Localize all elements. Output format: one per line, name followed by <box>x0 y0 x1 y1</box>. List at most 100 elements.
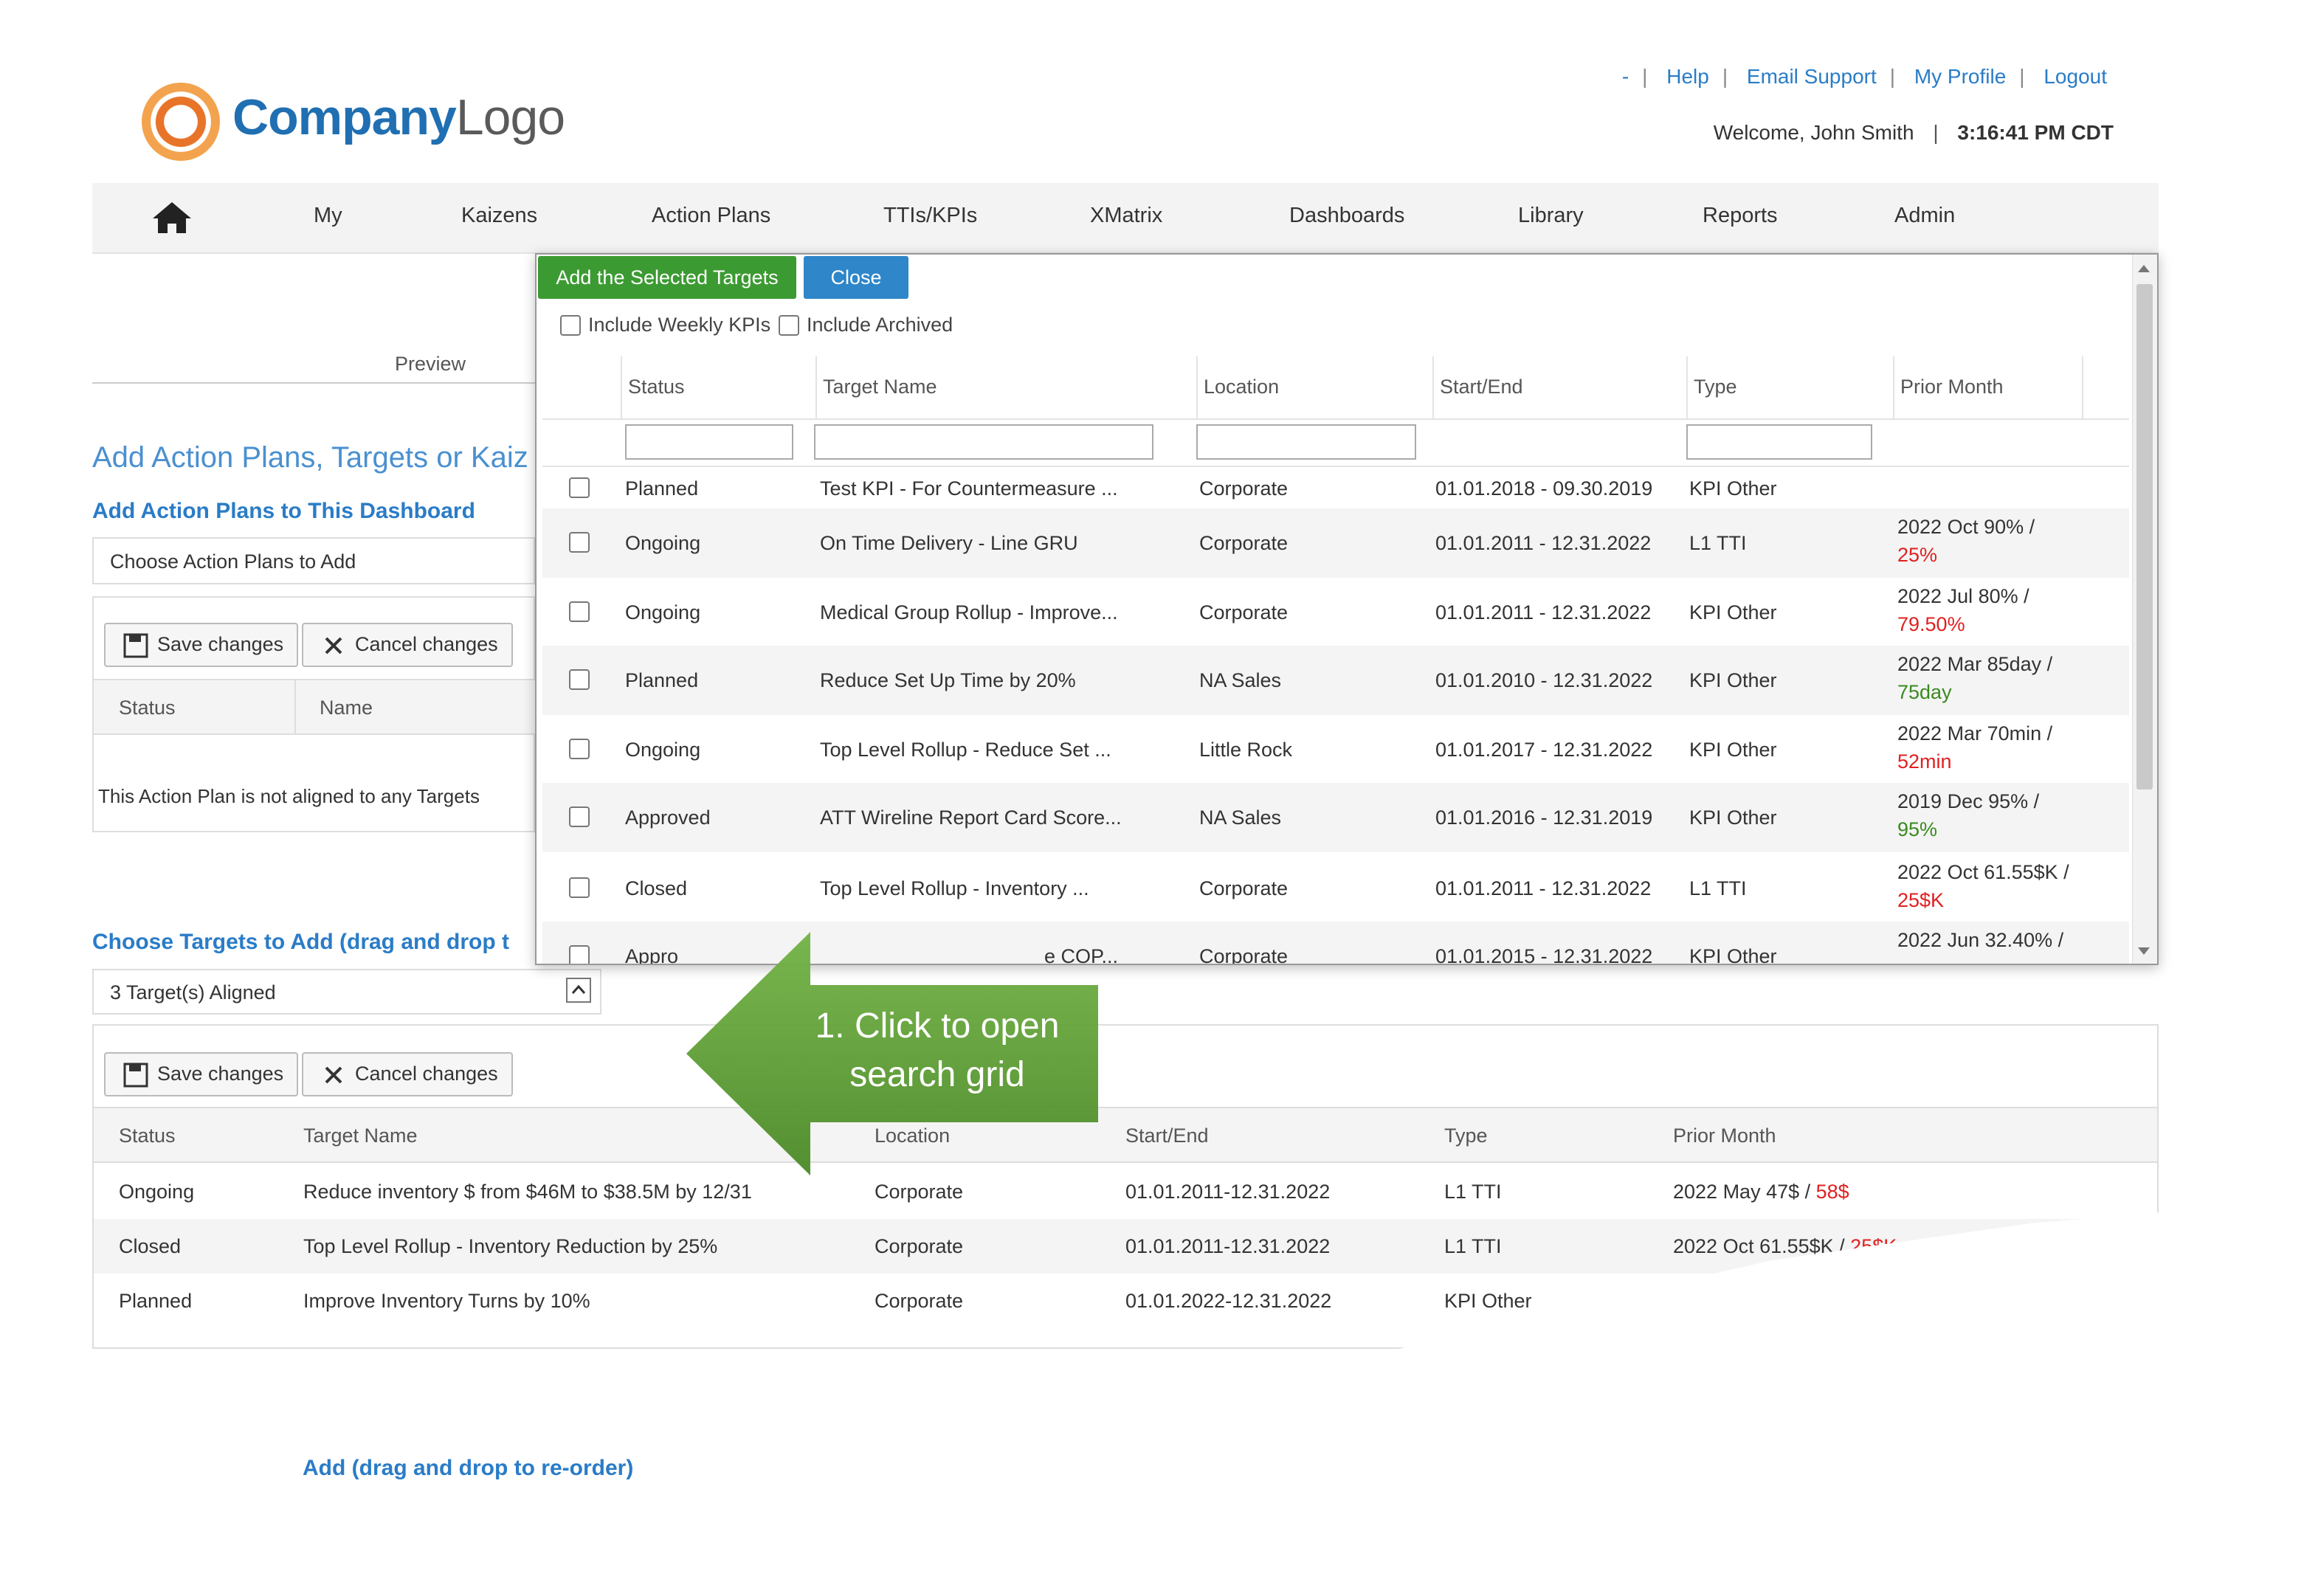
action-plans-select[interactable]: Choose Action Plans to Add <box>92 537 535 584</box>
targets-col-startend[interactable]: Start/End <box>1125 1125 1209 1147</box>
row-prior-value: 2022 Jul 80% / <box>1897 585 2029 607</box>
target-name-filter-input[interactable] <box>814 424 1153 460</box>
row-prior-actual: 52min <box>1897 750 1952 773</box>
row-checkbox[interactable] <box>569 739 590 759</box>
targets-save-button[interactable]: Save changes <box>104 1052 299 1096</box>
close-button[interactable]: Close <box>804 256 908 299</box>
row-prior: 2022 Oct 61.55$K / 25$K <box>1673 1235 1897 1258</box>
col-type[interactable]: Type <box>1694 376 1737 398</box>
list-item[interactable]: Ongoing On Time Delivery - Line GRU Corp… <box>542 508 2129 578</box>
row-status: Planned <box>625 477 699 500</box>
targets-col-status[interactable]: Status <box>119 1125 176 1147</box>
ap-cancel-button[interactable]: Cancel changes <box>302 623 513 667</box>
location-filter-input[interactable] <box>1196 424 1416 460</box>
row-prior: 2019 Dec 95% / 95% <box>1897 787 2039 843</box>
ap-save-label: Save changes <box>157 633 284 655</box>
row-checkbox[interactable] <box>569 806 590 827</box>
ap-empty-message: This Action Plan is not aligned to any T… <box>98 785 480 807</box>
nav-action-plans[interactable]: Action Plans <box>652 204 770 228</box>
ap-section-title: Add Action Plans to This Dashboard <box>92 499 475 523</box>
scroll-down-icon[interactable] <box>2138 947 2150 955</box>
col-status[interactable]: Status <box>628 376 685 398</box>
screenshot-card: CompanyLogo - | Help | Email Support | My P… <box>52 50 2202 1505</box>
help-link[interactable]: Help <box>1666 65 1709 88</box>
email-support-link[interactable]: Email Support <box>1747 65 1877 88</box>
row-checkbox[interactable] <box>569 877 590 898</box>
scroll-up-icon[interactable] <box>2138 265 2150 272</box>
ap-col-status[interactable]: Status <box>119 697 176 719</box>
remove-row-icon[interactable] <box>2140 1229 2170 1258</box>
logo-text-company: Company <box>232 89 457 145</box>
row-location: Corporate <box>1199 477 1289 500</box>
ap-cancel-label: Cancel changes <box>355 633 498 655</box>
row-checkbox[interactable] <box>569 601 590 622</box>
nav-dashboards[interactable]: Dashboards <box>1289 204 1404 228</box>
row-name: Test KPI - For Countermeasure ... <box>820 477 1118 500</box>
nav-ttis-kpis[interactable]: TTIs/KPIs <box>883 204 977 228</box>
type-filter-input[interactable] <box>1686 424 1872 460</box>
welcome-text: Welcome, John Smith <box>1713 121 1914 144</box>
col-location[interactable]: Location <box>1204 376 1279 398</box>
ap-col-name[interactable]: Name <box>320 697 373 719</box>
scrollbar-thumb[interactable] <box>2136 284 2153 790</box>
nav-kaizens[interactable]: Kaizens <box>461 204 537 228</box>
row-prior-actual: 79.50% <box>1897 613 1965 635</box>
row-status: Approved <box>625 806 711 829</box>
include-archived-label: Include Archived <box>807 314 953 336</box>
targets-select[interactable]: 3 Target(s) Aligned <box>92 969 601 1015</box>
my-profile-link[interactable]: My Profile <box>1914 65 2006 88</box>
row-status: Appro <box>625 945 679 965</box>
col-prior-month[interactable]: Prior Month <box>1900 376 2004 398</box>
col-target-name[interactable]: Target Name <box>823 376 937 398</box>
list-item[interactable]: Planned Reduce Set Up Time by 20% NA Sal… <box>542 646 2129 715</box>
row-checkbox[interactable] <box>569 945 590 964</box>
nav-xmatrix[interactable]: XMatrix <box>1090 204 1162 228</box>
nav-library[interactable]: Library <box>1518 204 1584 228</box>
targets-cancel-button[interactable]: Cancel changes <box>302 1052 513 1096</box>
targets-col-type[interactable]: Type <box>1444 1125 1488 1147</box>
row-prior-actual: 75day <box>1897 681 1952 703</box>
row-prior-actual: 58$ <box>1815 1181 1849 1203</box>
company-logo[interactable]: CompanyLogo <box>232 89 565 146</box>
targets-select-value: 3 Target(s) Aligned <box>110 981 276 1003</box>
list-item[interactable]: Ongoing Medical Group Rollup - Improve..… <box>542 578 2129 646</box>
row-type: KPI Other <box>1689 739 1777 761</box>
ap-save-button[interactable]: Save changes <box>104 623 299 667</box>
logout-link[interactable]: Logout <box>2043 65 2107 88</box>
list-item[interactable]: Planned Test KPI - For Countermeasure ..… <box>542 469 2129 508</box>
tab-preview[interactable]: Preview <box>395 353 466 376</box>
row-dates: 01.01.2015 - 12.31.2022 <box>1435 945 1653 965</box>
modal-scrollbar[interactable] <box>2132 255 2157 964</box>
col-start-end[interactable]: Start/End <box>1440 376 1523 398</box>
row-prior: 2022 Oct 90% / 25% <box>1897 513 2035 569</box>
add-selected-targets-button[interactable]: Add the Selected Targets <box>538 256 796 299</box>
include-archived-checkbox[interactable] <box>779 315 799 336</box>
chevron-up-icon[interactable] <box>566 978 591 1003</box>
targets-save-label: Save changes <box>157 1063 284 1085</box>
row-name: Reduce inventory $ from $46M to $38.5M b… <box>303 1181 752 1203</box>
row-prior-value: 2022 Oct 61.55$K / <box>1673 1235 1851 1257</box>
home-icon[interactable] <box>150 199 194 236</box>
row-prior-value: 2022 Mar 85day / <box>1897 653 2053 675</box>
nav-reports[interactable]: Reports <box>1703 204 1778 228</box>
table-row[interactable]: Closed Top Level Rollup - Inventory Redu… <box>94 1219 2157 1274</box>
table-row[interactable]: Ongoing Reduce inventory $ from $46M to … <box>94 1164 2157 1219</box>
nav-my[interactable]: My <box>314 204 342 228</box>
table-row[interactable]: Planned Improve Inventory Turns by 10% C… <box>94 1274 2157 1328</box>
list-item[interactable]: Closed Top Level Rollup - Inventory ... … <box>542 852 2129 922</box>
row-dates: 01.01.2016 - 12.31.2019 <box>1435 806 1653 829</box>
row-location: Corporate <box>875 1235 964 1257</box>
include-weekly-checkbox[interactable] <box>560 315 581 336</box>
list-item[interactable]: Ongoing Top Level Rollup - Reduce Set ..… <box>542 715 2129 783</box>
row-checkbox[interactable] <box>569 532 590 553</box>
nav-admin[interactable]: Admin <box>1894 204 1955 228</box>
row-checkbox[interactable] <box>569 669 590 690</box>
targets-col-prior[interactable]: Prior Month <box>1673 1125 1776 1147</box>
row-status: Planned <box>625 669 699 691</box>
row-checkbox[interactable] <box>569 477 590 498</box>
targets-col-name[interactable]: Target Name <box>303 1125 418 1147</box>
list-item[interactable]: Approved ATT Wireline Report Card Score.… <box>542 783 2129 852</box>
toplink-dash: - <box>1621 65 1629 88</box>
status-filter-input[interactable] <box>625 424 793 460</box>
close-icon <box>325 1066 342 1084</box>
